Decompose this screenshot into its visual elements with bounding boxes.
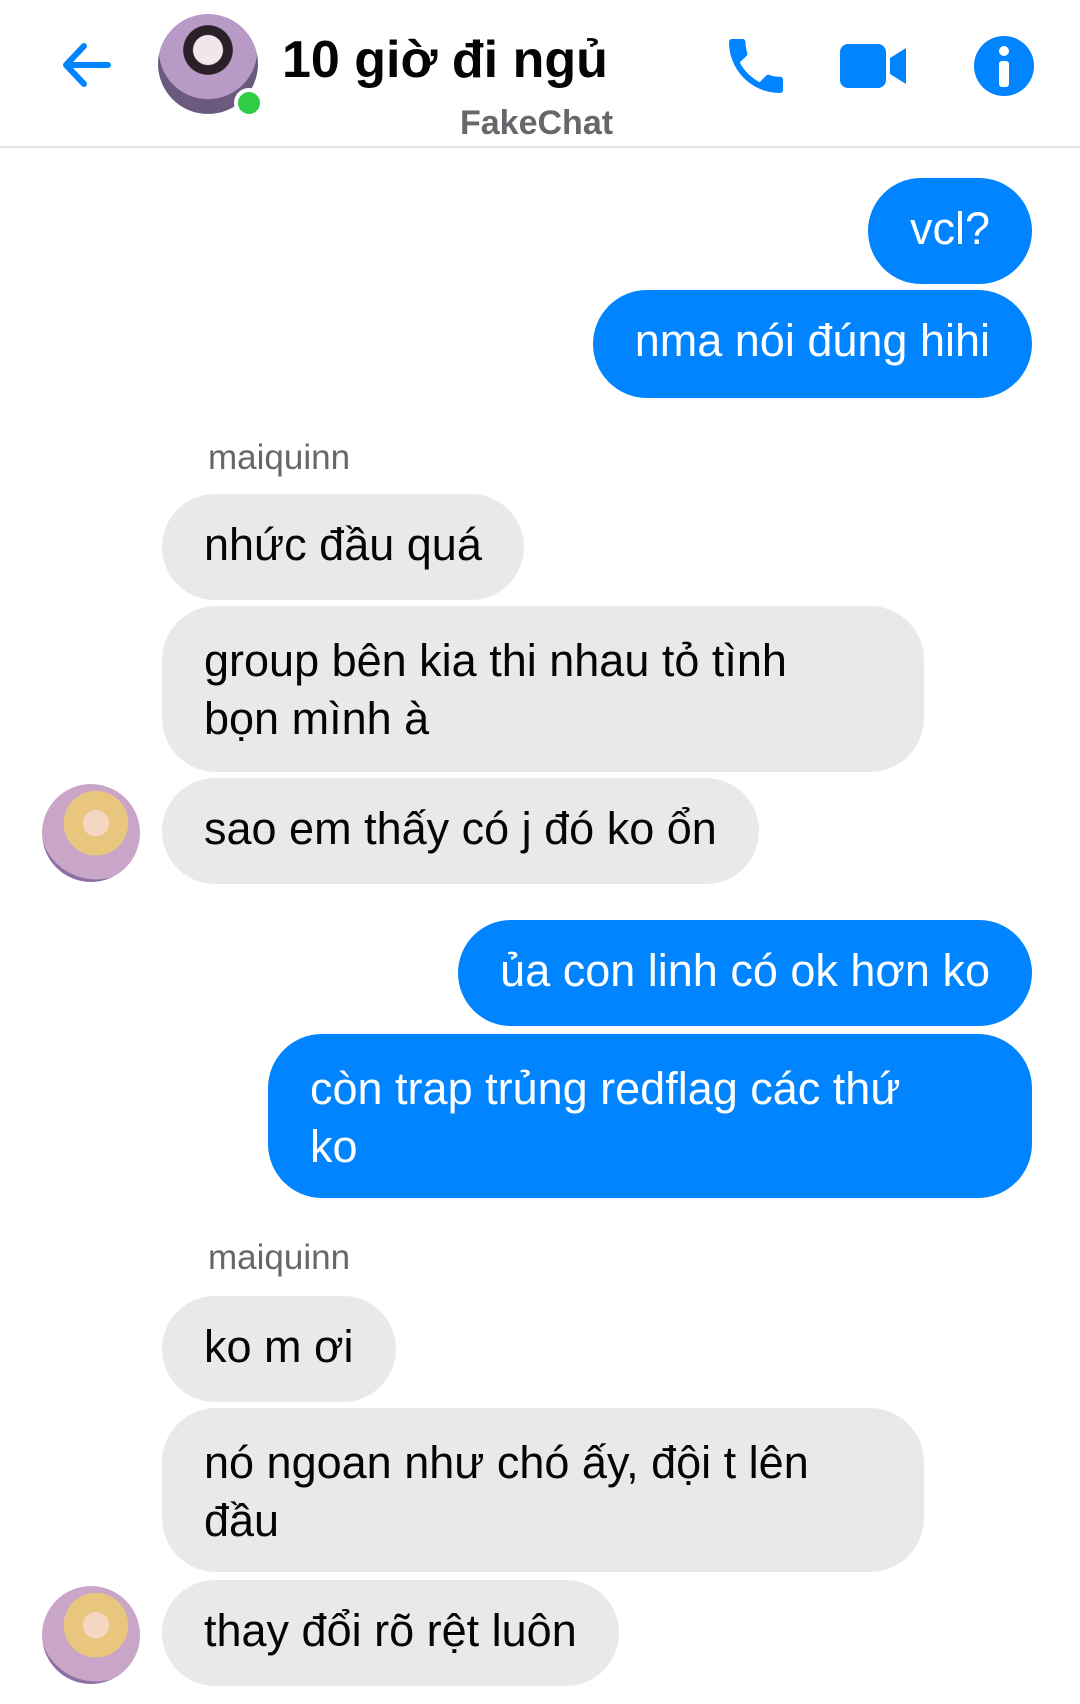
back-button[interactable]: [52, 30, 122, 100]
contact-avatar[interactable]: [158, 14, 264, 118]
outgoing-message[interactable]: còn trap trủng redflag các thứ ko: [268, 1034, 1032, 1198]
incoming-message[interactable]: sao em thấy có j đó ko ổn: [162, 778, 759, 884]
incoming-message[interactable]: nó ngoan như chó ấy, đội t lên đầu: [162, 1408, 924, 1572]
message-line: đầu: [204, 1495, 280, 1546]
message-line: ko: [310, 1121, 358, 1172]
sender-name: maiquinn: [208, 438, 351, 477]
call-button[interactable]: [720, 30, 792, 102]
message-line: group bên kia thi nhau tỏ tình: [204, 635, 787, 686]
phone-icon: [729, 39, 783, 93]
conversation-subtitle: FakeChat: [460, 104, 614, 142]
message-line: bọn mình à: [204, 693, 430, 744]
back-arrow-icon: [63, 43, 111, 87]
outgoing-message[interactable]: vcl?: [867, 178, 1032, 284]
incoming-message[interactable]: ko m ơi: [162, 1296, 396, 1402]
sender-avatar[interactable]: [42, 1586, 140, 1684]
sender-avatar[interactable]: [42, 784, 140, 882]
sender-name: maiquinn: [208, 1238, 351, 1277]
message-line: nó ngoan như chó ấy, đội t lên: [204, 1437, 809, 1488]
video-call-button[interactable]: [838, 30, 910, 102]
conversation-title: 10 giờ đi ngủ: [282, 31, 608, 89]
incoming-message[interactable]: group bên kia thi nhau tỏ tình bọn mình …: [162, 606, 924, 772]
chat-header: 10 giờ đi ngủ FakeChat: [0, 0, 1080, 148]
outgoing-message[interactable]: nma nói đúng hihi: [592, 290, 1032, 398]
message-line: còn trap trủng redflag các thứ: [310, 1063, 901, 1114]
incoming-message[interactable]: thay đổi rõ rệt luôn: [162, 1580, 619, 1686]
outgoing-message[interactable]: ủa con linh có ok hơn ko: [458, 920, 1032, 1026]
info-icon: [974, 36, 1034, 96]
incoming-message[interactable]: nhức đầu quá: [162, 494, 524, 600]
online-status-indicator: [234, 88, 264, 118]
info-button[interactable]: [968, 30, 1040, 102]
video-camera-icon: [840, 44, 906, 88]
